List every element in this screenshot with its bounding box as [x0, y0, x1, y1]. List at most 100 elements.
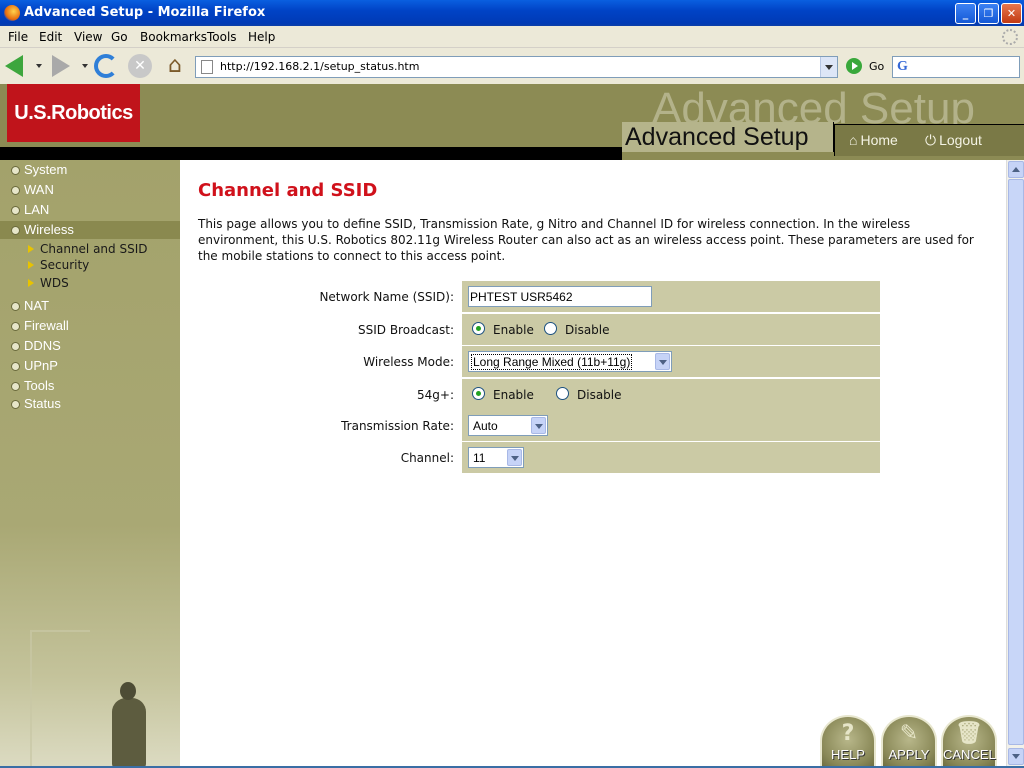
sidebar: System WAN LAN Wireless Channel and SSID…: [0, 160, 180, 768]
minimize-button[interactable]: _: [955, 3, 976, 24]
help-label: HELP: [831, 747, 865, 762]
help-button[interactable]: ? HELP: [820, 715, 876, 767]
chevron-down-icon[interactable]: [507, 449, 522, 466]
menu-file[interactable]: File: [8, 30, 28, 44]
apply-button[interactable]: ✎ APPLY: [881, 715, 937, 767]
reload-icon[interactable]: [94, 54, 118, 78]
scroll-down-icon[interactable]: [1008, 748, 1024, 765]
ssid-input[interactable]: [468, 286, 652, 307]
menu-help[interactable]: Help: [248, 30, 275, 44]
sidebar-item-upnp[interactable]: UPnP: [11, 357, 58, 375]
header-divider: [0, 147, 622, 160]
help-icon: ?: [841, 721, 855, 746]
ssid-broadcast-enable-radio[interactable]: [472, 322, 485, 335]
vertical-scrollbar[interactable]: [1006, 160, 1024, 766]
window-titlebar[interactable]: Advanced Setup - Mozilla Firefox _ ❐ ✕: [0, 0, 1024, 26]
triangle-bullet-icon: [28, 245, 34, 253]
main-content: Channel and SSID This page allows you to…: [180, 160, 1006, 767]
throbber-icon: [1002, 29, 1018, 45]
sidebar-subitem-channel-ssid[interactable]: Channel and SSID: [28, 241, 147, 257]
sidebar-item-lan[interactable]: LAN: [11, 201, 49, 219]
forward-history-dropdown-icon[interactable]: [82, 64, 88, 68]
chevron-down-icon[interactable]: [531, 417, 546, 434]
logout-link[interactable]: ⏻ Logout: [925, 132, 982, 149]
transmission-rate-cell: Auto: [462, 410, 880, 441]
back-history-dropdown-icon[interactable]: [36, 64, 42, 68]
sidebar-item-wireless[interactable]: Wireless: [0, 221, 180, 239]
close-button[interactable]: ✕: [1001, 3, 1022, 24]
bullet-icon: [11, 322, 20, 331]
home-link[interactable]: ⌂ Home: [849, 132, 898, 148]
page-title: Channel and SSID: [198, 180, 378, 201]
menu-tools[interactable]: Tools: [207, 30, 237, 44]
back-arrow-icon[interactable]: [5, 55, 23, 77]
google-icon[interactable]: G: [897, 59, 908, 75]
transmission-rate-label: Transmission Rate:: [341, 419, 454, 433]
forward-arrow-icon[interactable]: [52, 55, 70, 77]
bullet-icon: [11, 206, 20, 215]
channel-cell: 11: [462, 442, 880, 473]
bullet-icon: [11, 362, 20, 371]
channel-select[interactable]: 11: [468, 447, 524, 468]
sidebar-subitem-wds[interactable]: WDS: [28, 275, 69, 291]
scroll-up-icon[interactable]: [1008, 161, 1024, 178]
scrollbar-thumb[interactable]: [1008, 179, 1024, 745]
url-text[interactable]: http://192.168.2.1/setup_status.htm: [220, 60, 419, 73]
channel-row: Channel: 11: [198, 442, 880, 475]
go-icon[interactable]: [846, 58, 862, 74]
sidebar-item-system[interactable]: System: [11, 161, 67, 179]
menu-view[interactable]: View: [74, 30, 102, 44]
wireless-mode-cell: Long Range Mixed (11b+11g): [462, 346, 880, 377]
url-dropdown-icon[interactable]: [820, 57, 837, 77]
bullet-icon: [11, 226, 20, 235]
g54-enable-radio[interactable]: [472, 387, 485, 400]
home-icon[interactable]: ⌂: [162, 53, 188, 79]
g54-label: 54g+:: [417, 388, 454, 402]
ssid-label: Network Name (SSID):: [319, 290, 454, 304]
sidebar-item-ddns[interactable]: DDNS: [11, 337, 61, 355]
bullet-icon: [11, 382, 20, 391]
sidebar-item-wan[interactable]: WAN: [11, 181, 54, 199]
channel-label: Channel:: [400, 451, 454, 465]
search-input[interactable]: G: [892, 56, 1020, 78]
triangle-bullet-icon: [28, 261, 34, 269]
menu-go[interactable]: Go: [111, 30, 128, 44]
wireless-mode-select[interactable]: Long Range Mixed (11b+11g): [468, 351, 672, 372]
chevron-down-icon[interactable]: [655, 353, 670, 370]
wireless-mode-row: Wireless Mode: Long Range Mixed (11b+11g…: [198, 346, 880, 379]
maximize-button[interactable]: ❐: [978, 3, 999, 24]
window-title: Advanced Setup - Mozilla Firefox: [24, 5, 266, 20]
ssid-broadcast-disable-radio[interactable]: [544, 322, 557, 335]
channel-value: 11: [473, 451, 486, 465]
usrobotics-logo: U.S.Robotics: [7, 84, 140, 142]
g54-row: 54g+: Enable Disable: [198, 379, 880, 412]
logout-icon: ⏻: [925, 132, 937, 148]
page-description: This page allows you to define SSID, Tra…: [198, 217, 974, 263]
g54-disable-radio[interactable]: [556, 387, 569, 400]
g54-cell: Enable Disable: [462, 379, 880, 410]
ssid-broadcast-row: SSID Broadcast: Enable Disable: [198, 314, 880, 347]
sidebar-item-nat[interactable]: NAT: [11, 297, 49, 315]
transmission-rate-select[interactable]: Auto: [468, 415, 548, 436]
cancel-icon: 🗑: [955, 721, 983, 746]
menu-edit[interactable]: Edit: [39, 30, 62, 44]
menu-bookmarks[interactable]: Bookmarks: [140, 30, 207, 44]
firefox-icon: [4, 5, 20, 21]
cancel-button[interactable]: 🗑 CANCEL: [941, 715, 997, 767]
stop-icon[interactable]: ✕: [128, 54, 152, 78]
cancel-label: CANCEL: [943, 747, 996, 762]
sidebar-item-firewall[interactable]: Firewall: [11, 317, 69, 335]
logout-label: Logout: [939, 132, 982, 148]
sidebar-subitem-security[interactable]: Security: [28, 257, 89, 273]
sidebar-item-tools[interactable]: Tools: [11, 377, 54, 395]
url-bar[interactable]: http://192.168.2.1/setup_status.htm: [195, 56, 838, 78]
bullet-icon: [11, 302, 20, 311]
sidebar-item-status[interactable]: Status: [11, 395, 61, 413]
header-title: Advanced Setup: [622, 122, 834, 152]
go-button[interactable]: Go: [869, 60, 884, 73]
g54-enable-label: Enable: [493, 388, 534, 402]
page-header: U.S.Robotics Advanced Setup Advanced Set…: [0, 84, 1024, 160]
ssid-cell: [462, 281, 880, 312]
person-body: [112, 698, 146, 768]
decorative-doorway: [30, 630, 90, 768]
